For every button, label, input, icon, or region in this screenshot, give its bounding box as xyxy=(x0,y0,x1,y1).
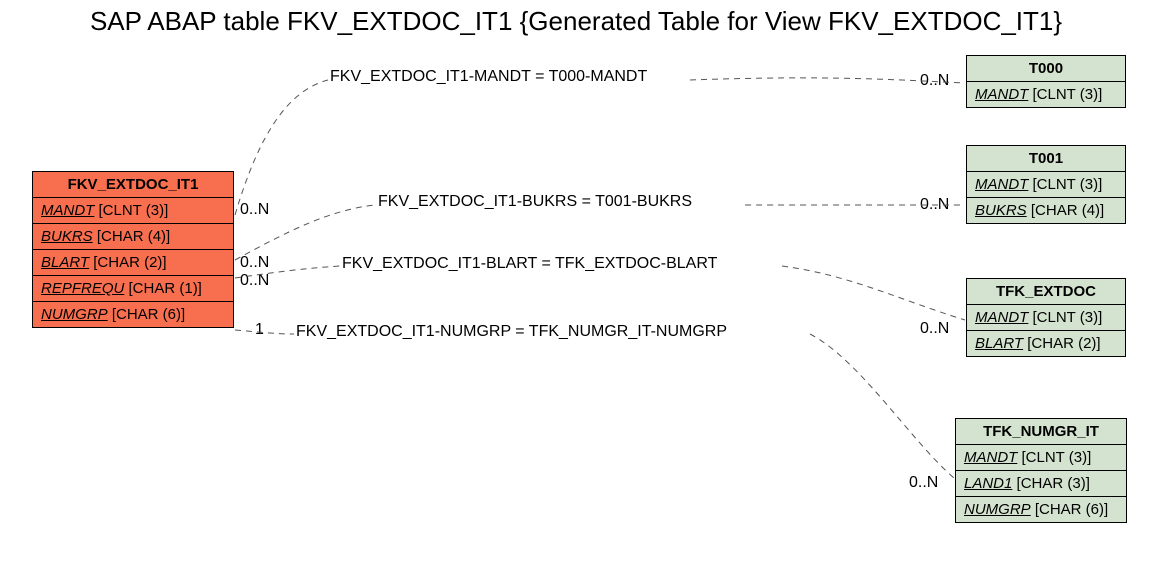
entity-main-header: FKV_EXTDOC_IT1 xyxy=(33,172,233,198)
cardinality-right: 0..N xyxy=(909,474,938,492)
cardinality-right: 0..N xyxy=(920,320,949,338)
relation-label: FKV_EXTDOC_IT1-BUKRS = T001-BUKRS xyxy=(378,193,692,211)
entity-header: TFK_NUMGR_IT xyxy=(956,419,1126,445)
entity-field: MANDT [CLNT (3)] xyxy=(967,82,1125,107)
entity-tfk-numgr-it: TFK_NUMGR_IT MANDT [CLNT (3)] LAND1 [CHA… xyxy=(955,418,1127,523)
entity-field: LAND1 [CHAR (3)] xyxy=(956,471,1126,497)
entity-field: BLART [CHAR (2)] xyxy=(967,331,1125,356)
entity-t000: T000 MANDT [CLNT (3)] xyxy=(966,55,1126,108)
cardinality-right: 0..N xyxy=(920,72,949,90)
entity-header: T001 xyxy=(967,146,1125,172)
entity-tfk-extdoc: TFK_EXTDOC MANDT [CLNT (3)] BLART [CHAR … xyxy=(966,278,1126,357)
cardinality-left: 0..N xyxy=(240,254,269,272)
entity-main-field: BLART [CHAR (2)] xyxy=(33,250,233,276)
entity-header: TFK_EXTDOC xyxy=(967,279,1125,305)
entity-main-field: MANDT [CLNT (3)] xyxy=(33,198,233,224)
cardinality-right: 0..N xyxy=(920,196,949,214)
entity-field: MANDT [CLNT (3)] xyxy=(967,172,1125,198)
entity-field: MANDT [CLNT (3)] xyxy=(967,305,1125,331)
cardinality-left: 0..N xyxy=(240,272,269,290)
entity-main-field: REPFREQU [CHAR (1)] xyxy=(33,276,233,302)
entity-field: BUKRS [CHAR (4)] xyxy=(967,198,1125,223)
entity-field: MANDT [CLNT (3)] xyxy=(956,445,1126,471)
relation-label: FKV_EXTDOC_IT1-BLART = TFK_EXTDOC-BLART xyxy=(342,255,717,273)
entity-main-field: NUMGRP [CHAR (6)] xyxy=(33,302,233,327)
entity-t001: T001 MANDT [CLNT (3)] BUKRS [CHAR (4)] xyxy=(966,145,1126,224)
entity-main-field: BUKRS [CHAR (4)] xyxy=(33,224,233,250)
page-title: SAP ABAP table FKV_EXTDOC_IT1 {Generated… xyxy=(0,6,1152,37)
entity-header: T000 xyxy=(967,56,1125,82)
entity-main: FKV_EXTDOC_IT1 MANDT [CLNT (3)] BUKRS [C… xyxy=(32,171,234,328)
entity-field: NUMGRP [CHAR (6)] xyxy=(956,497,1126,522)
relation-label: FKV_EXTDOC_IT1-MANDT = T000-MANDT xyxy=(330,68,647,86)
cardinality-left: 0..N xyxy=(240,201,269,219)
relation-label: FKV_EXTDOC_IT1-NUMGRP = TFK_NUMGR_IT-NUM… xyxy=(296,323,727,341)
cardinality-left: 1 xyxy=(255,321,264,339)
